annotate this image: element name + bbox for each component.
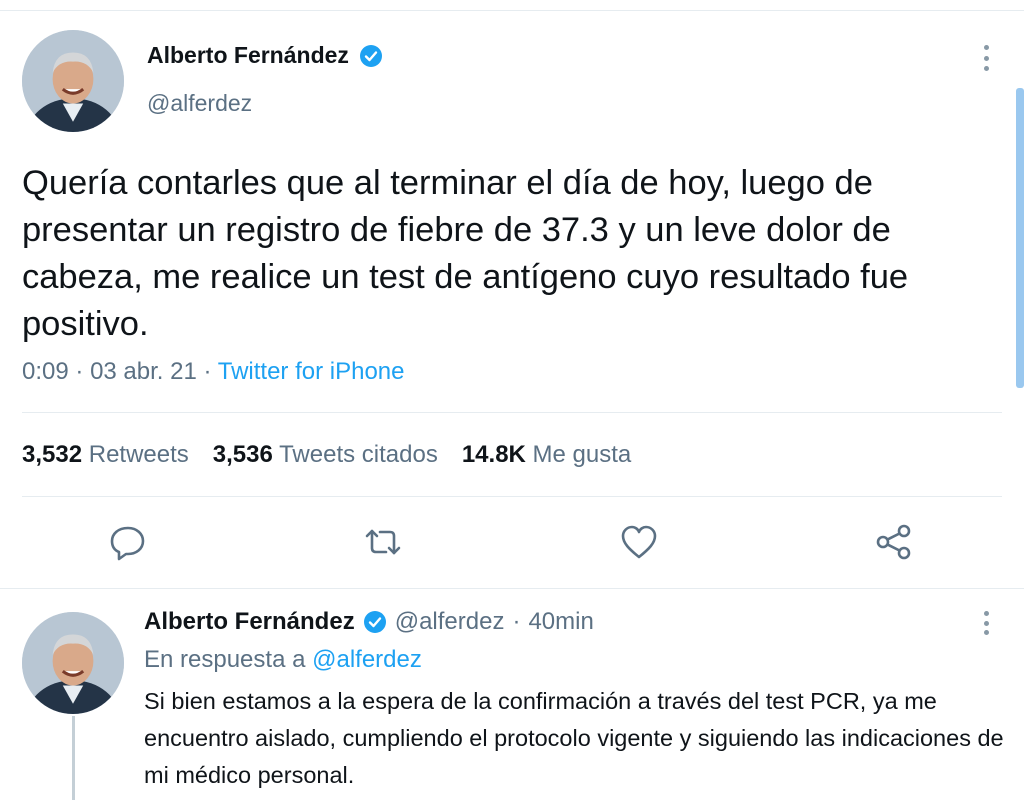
meta-separator: · [75, 358, 84, 385]
reply-header: Alberto Fernández @alferdez · 40min [144, 608, 594, 636]
tweet-text: Quería contarles que al terminar el día … [22, 164, 909, 343]
likes-label: Me gusta [532, 441, 632, 468]
quotes-stat[interactable]: 3,536 Tweets citados [213, 441, 438, 469]
tweet-detail-screen: Alberto Fernández @alferdez Quería conta… [0, 0, 1024, 800]
retweet-icon[interactable] [361, 520, 405, 564]
tweet-actions [0, 520, 1024, 570]
meta-separator: · [512, 608, 521, 635]
reply-avatar[interactable] [22, 612, 124, 714]
avatar-photo [22, 612, 124, 714]
likes-stat[interactable]: 14.8K Me gusta [462, 441, 631, 469]
like-icon[interactable] [617, 520, 661, 564]
more-options-icon[interactable] [976, 45, 996, 71]
reply-author-name[interactable]: Alberto Fernández [144, 608, 355, 636]
reply-more-options-icon[interactable] [976, 611, 996, 635]
quotes-label: Tweets citados [279, 441, 438, 468]
divider [22, 412, 1002, 413]
retweets-label: Retweets [88, 441, 189, 468]
avatar-photo [22, 30, 124, 132]
divider [22, 496, 1002, 497]
section-divider [0, 588, 1024, 589]
reply-author-handle[interactable]: @alferdez [395, 608, 505, 636]
reply-to-label: En respuesta a [144, 646, 306, 673]
reply-to-line: En respuesta a @alferdez [144, 646, 422, 674]
author-row: Alberto Fernández [147, 42, 383, 69]
author-handle[interactable]: @alferdez [147, 90, 252, 117]
likes-count: 14.8K [461, 441, 526, 468]
thread-line [72, 716, 75, 800]
retweets-stat[interactable]: 3,532 Retweets [22, 441, 189, 469]
quotes-count: 3,536 [212, 441, 273, 468]
reply-to-mention-link[interactable]: @alferdez [312, 646, 422, 673]
author-name[interactable]: Alberto Fernández [147, 42, 349, 69]
top-divider [0, 10, 1024, 11]
tweet-time: 0:09 [22, 358, 69, 385]
scrollbar-thumb[interactable] [1016, 88, 1024, 388]
reply-time-ago: 40min [528, 608, 594, 635]
meta-separator: · [203, 358, 212, 385]
tweet-meta: 0:09 · 03 abr. 21 · Twitter for iPhone [22, 358, 404, 386]
verified-badge-icon [359, 44, 382, 67]
tweet-stats: 3,532 Retweets 3,536 Tweets citados 14.8… [22, 441, 631, 469]
reply-text: Si bien estamos a la espera de la confir… [144, 688, 1004, 788]
verified-badge-icon [363, 611, 386, 633]
retweets-count: 3,532 [22, 441, 83, 468]
tweet-date: 03 abr. 21 [90, 358, 197, 385]
avatar[interactable] [22, 30, 124, 132]
reply-icon[interactable] [106, 520, 150, 564]
tweet-source-link[interactable]: Twitter for iPhone [218, 358, 405, 385]
share-icon[interactable] [872, 520, 916, 564]
